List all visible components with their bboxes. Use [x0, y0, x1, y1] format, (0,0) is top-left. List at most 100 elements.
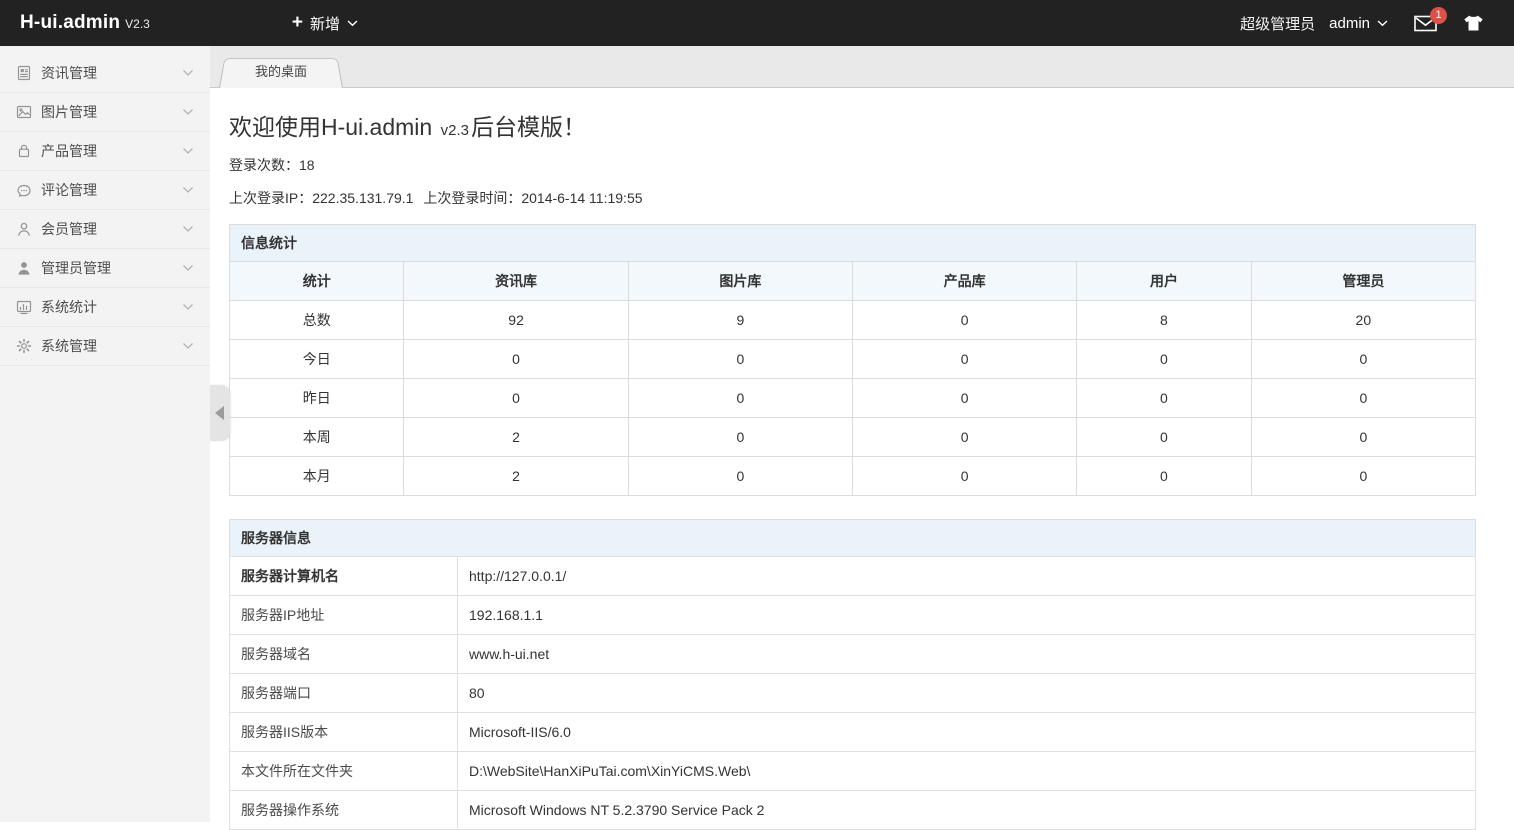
stats-cell: 0: [404, 340, 628, 379]
tshirt-icon: [1463, 14, 1484, 32]
brand-version: V2.3: [125, 17, 150, 31]
table-row: 服务器域名www.h-ui.net: [230, 635, 1476, 674]
table-row: 昨日00000: [230, 379, 1476, 418]
sidebar-item-product[interactable]: 产品管理: [0, 132, 210, 171]
login-count-label: 登录次数：: [229, 157, 299, 173]
last-time-value: 2014-6-14 11:19:55: [521, 190, 642, 206]
stats-cell: 20: [1251, 301, 1475, 340]
chevron-down-icon: [1377, 20, 1388, 27]
table-row: 总数9290820: [230, 301, 1476, 340]
login-count-line: 登录次数：18: [229, 155, 1476, 175]
plus-icon: +: [292, 13, 303, 32]
stats-column-header: 产品库: [852, 262, 1076, 301]
stats-cell: 92: [404, 301, 628, 340]
sidebar-item-stats[interactable]: 系统统计: [0, 288, 210, 327]
server-row-label: 服务器IP地址: [230, 596, 458, 635]
sidebar-item-picture[interactable]: 图片管理: [0, 93, 210, 132]
news-icon: [16, 65, 32, 81]
server-row-label: 服务器域名: [230, 635, 458, 674]
last-login-line: 上次登录IP：222.35.131.79.1 上次登录时间：2014-6-14 …: [229, 188, 1476, 208]
stats-row-label: 总数: [230, 301, 404, 340]
server-row-value: 192.168.1.1: [458, 596, 1476, 635]
server-row-value: D:\WebSite\HanXiPuTai.com\XinYiCMS.Web\: [458, 752, 1476, 791]
server-panel-title: 服务器信息: [229, 519, 1476, 556]
stats-cell: 0: [1077, 340, 1251, 379]
sidebar-collapse-handle[interactable]: [209, 385, 230, 441]
sidebar-item-system[interactable]: 系统管理: [0, 327, 210, 366]
stats-cell: 0: [1251, 418, 1475, 457]
server-row-value: Microsoft Windows NT 5.2.3790 Service Pa…: [458, 791, 1476, 830]
title-prefix: 欢迎使用H-ui.admin: [229, 114, 432, 140]
stats-column-header: 资讯库: [404, 262, 628, 301]
arrow-left-icon: [215, 406, 224, 420]
brand-logo[interactable]: H-ui.admin V2.3: [20, 12, 150, 34]
skin-button[interactable]: [1463, 14, 1484, 32]
message-count-badge: 1: [1430, 7, 1447, 24]
stats-cell: 0: [852, 418, 1076, 457]
content: 欢迎使用H-ui.admin v2.3后台模版！ 登录次数：18 上次登录IP：…: [210, 108, 1514, 830]
table-row: 本周20000: [230, 418, 1476, 457]
sidebar-menu: 资讯管理图片管理产品管理评论管理会员管理管理员管理系统统计系统管理: [0, 54, 210, 366]
last-time-label: 上次登录时间：: [423, 190, 521, 206]
table-row: 本文件所在文件夹D:\WebSite\HanXiPuTai.com\XinYiC…: [230, 752, 1476, 791]
brand-name: H-ui.admin: [20, 12, 120, 34]
messages-button[interactable]: 1: [1414, 15, 1437, 32]
user-menu[interactable]: admin: [1329, 15, 1388, 32]
page-title: 欢迎使用H-ui.admin v2.3后台模版！: [229, 108, 1476, 142]
sidebar-item-admin[interactable]: 管理员管理: [0, 249, 210, 288]
server-row-label: 服务器操作系统: [230, 791, 458, 830]
add-new-label: 新增: [310, 13, 340, 34]
stats-row-label: 今日: [230, 340, 404, 379]
login-count-value: 18: [299, 157, 315, 173]
sidebar-item-label: 资讯管理: [41, 63, 182, 83]
top-navbar: H-ui.admin V2.3 + 新增 超级管理员 admin 1: [0, 0, 1514, 46]
server-row-value: http://127.0.0.1/: [458, 557, 1476, 596]
server-row-value: www.h-ui.net: [458, 635, 1476, 674]
gear-icon: [16, 338, 32, 354]
stats-column-header: 用户: [1077, 262, 1251, 301]
stats-panel-title: 信息统计: [229, 224, 1476, 261]
last-ip-value: 222.35.131.79.1: [312, 190, 413, 206]
server-row-label: 服务器计算机名: [230, 557, 458, 596]
sidebar-item-label: 系统统计: [41, 297, 182, 317]
stats-cell: 0: [852, 301, 1076, 340]
stats-cell: 0: [1077, 418, 1251, 457]
chevron-down-icon: [182, 186, 194, 194]
sidebar-item-label: 产品管理: [41, 141, 182, 161]
server-row-value: Microsoft-IIS/6.0: [458, 713, 1476, 752]
comment-icon: [16, 182, 32, 198]
stats-column-header: 图片库: [628, 262, 852, 301]
server-row-label: 服务器端口: [230, 674, 458, 713]
stats-cell: 2: [404, 457, 628, 496]
stats-column-header: 统计: [230, 262, 404, 301]
table-row: 今日00000: [230, 340, 1476, 379]
user-role: 超级管理员: [1240, 13, 1315, 34]
product-icon: [16, 143, 32, 159]
tab-my-desktop[interactable]: 我的桌面: [219, 55, 343, 88]
chevron-down-icon: [182, 147, 194, 155]
chevron-down-icon: [347, 20, 358, 27]
stats-cell: 0: [628, 340, 852, 379]
stats-column-header: 管理员: [1251, 262, 1475, 301]
stats-cell: 0: [1251, 340, 1475, 379]
chevron-down-icon: [182, 69, 194, 77]
table-row: 服务器操作系统Microsoft Windows NT 5.2.3790 Ser…: [230, 791, 1476, 830]
table-row: 本月20000: [230, 457, 1476, 496]
sidebar-item-news[interactable]: 资讯管理: [0, 54, 210, 93]
last-ip-label: 上次登录IP：: [229, 190, 312, 206]
stats-cell: 0: [404, 379, 628, 418]
chevron-down-icon: [182, 342, 194, 350]
stats-row-label: 本周: [230, 418, 404, 457]
stats-icon: [16, 299, 32, 315]
sidebar-item-member[interactable]: 会员管理: [0, 210, 210, 249]
stats-header-row: 统计资讯库图片库产品库用户管理员: [230, 262, 1476, 301]
stats-row-label: 昨日: [230, 379, 404, 418]
stats-cell: 0: [628, 379, 852, 418]
add-new-menu[interactable]: + 新增: [292, 13, 358, 34]
server-panel: 服务器信息 服务器计算机名http://127.0.0.1/服务器IP地址192…: [229, 519, 1476, 830]
sidebar-item-comment[interactable]: 评论管理: [0, 171, 210, 210]
server-row-value: 80: [458, 674, 1476, 713]
server-table: 服务器计算机名http://127.0.0.1/服务器IP地址192.168.1…: [229, 556, 1476, 830]
main-area: 我的桌面 欢迎使用H-ui.admin v2.3后台模版！ 登录次数：18 上次…: [210, 46, 1514, 830]
admin-icon: [16, 260, 32, 276]
